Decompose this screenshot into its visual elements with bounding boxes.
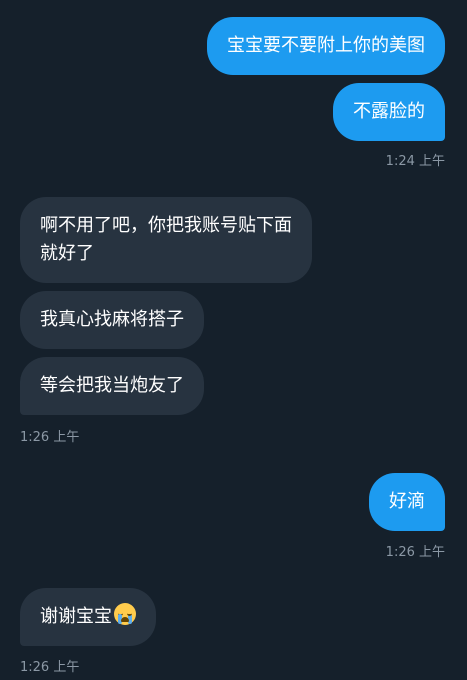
outgoing-message[interactable]: 好滴 — [369, 473, 445, 531]
outgoing-message[interactable]: 不露脸的 — [333, 83, 445, 141]
incoming-message[interactable]: 等会把我当炮友了 — [20, 357, 204, 415]
message-text: 宝宝要不要附上你的美图 — [227, 35, 425, 56]
loudly-crying-face-icon — [114, 603, 136, 625]
incoming-message[interactable]: 啊不用了吧，你把我账号贴下面 就好了 — [20, 197, 312, 283]
message-timestamp: 1:26 上午 — [20, 660, 80, 675]
message-text: 不露脸的 — [353, 101, 425, 122]
message-text-line: 啊不用了吧，你把我账号贴下面 — [40, 215, 292, 236]
message-text: 我真心找麻将搭子 — [40, 309, 184, 330]
message-text: 好滴 — [389, 491, 425, 512]
incoming-message[interactable]: 谢谢宝宝 — [20, 588, 156, 646]
message-text: 谢谢宝宝 — [40, 606, 112, 627]
message-text: 等会把我当炮友了 — [40, 375, 184, 396]
outgoing-message[interactable]: 宝宝要不要附上你的美图 — [207, 17, 445, 75]
message-timestamp: 1:26 上午 — [385, 545, 445, 560]
message-text-line: 就好了 — [40, 243, 94, 264]
message-timestamp: 1:26 上午 — [20, 430, 80, 445]
message-timestamp: 1:24 上午 — [385, 154, 445, 169]
incoming-message[interactable]: 我真心找麻将搭子 — [20, 291, 204, 349]
chat-thread: 宝宝要不要附上你的美图 不露脸的 1:24 上午 啊不用了吧，你把我账号贴下面 … — [0, 0, 467, 680]
